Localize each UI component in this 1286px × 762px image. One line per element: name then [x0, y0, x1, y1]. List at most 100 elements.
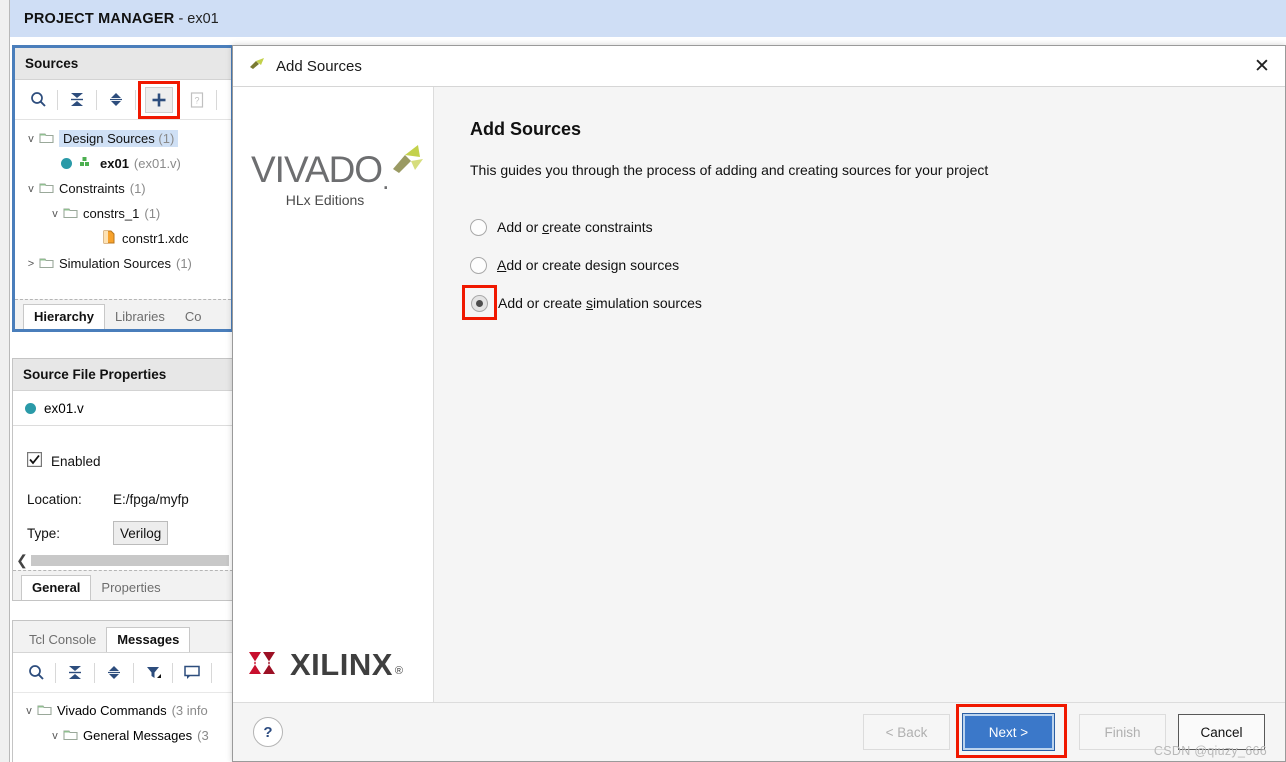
source-file-properties-panel: Source File Properties ex01.v Enabled Lo…: [12, 358, 234, 601]
dialog-subheading: This guides you through the process of a…: [470, 162, 989, 178]
tree-item-count: (1): [144, 206, 161, 221]
tree-item-general-messages[interactable]: v General Messages (3: [13, 723, 233, 748]
sources-tree: v Design Sources (1) ex01 (ex01.v) v Con…: [15, 120, 231, 276]
vivado-leaf-icon: [247, 55, 267, 78]
expand-collapse-icon[interactable]: [97, 658, 131, 688]
dialog-main: Add Sources This guides you through the …: [434, 87, 1285, 702]
enabled-checkbox[interactable]: [27, 452, 43, 470]
tree-item-label: Constraints: [59, 181, 125, 196]
sources-panel: Sources ? v Design Sources (1) ex01 (ex0…: [12, 45, 234, 332]
xilinx-logo: XILINX ®: [247, 647, 403, 683]
watermark: CSDN @qiuzy_666: [1153, 744, 1267, 758]
tree-item-label: Vivado Commands: [57, 703, 167, 718]
tree-item-design-sources[interactable]: v Design Sources (1): [19, 126, 231, 151]
tab-compile-order[interactable]: Co: [175, 305, 212, 329]
dialog-heading: Add Sources: [470, 119, 582, 139]
vivado-leaf-mark-icon: [387, 143, 425, 184]
page-title: PROJECT MANAGER: [24, 10, 175, 27]
tab-properties[interactable]: Properties: [91, 576, 170, 600]
radio-button-design-sources[interactable]: [470, 256, 487, 274]
verilog-status-dot-icon: [25, 402, 36, 414]
scroll-left-icon[interactable]: ❮: [13, 552, 31, 569]
tab-general[interactable]: General: [21, 575, 92, 600]
radio-add-create-simulation-sources[interactable]: Add or create simulation sources: [462, 284, 1285, 322]
tree-item-label: Simulation Sources: [59, 256, 171, 271]
location-label: Location:: [27, 491, 82, 507]
highlight-box-next-button: [956, 704, 1067, 758]
folder-icon: [63, 206, 78, 222]
sources-toolbar: ?: [15, 80, 231, 120]
xilinx-mark-icon: [247, 648, 281, 683]
next-button-wrapper: Next >: [950, 704, 1067, 758]
collapse-all-icon[interactable]: [58, 658, 92, 688]
radio-label-design-sources: Add or create design sources: [497, 257, 680, 273]
add-sources-button[interactable]: [138, 80, 180, 119]
dialog-titlebar: Add Sources ✕: [233, 46, 1285, 87]
toolbar-separator: [172, 662, 173, 683]
back-button[interactable]: < Back: [863, 714, 950, 750]
tree-item-simulation-sources[interactable]: > Simulation Sources (1): [19, 251, 231, 276]
collapse-all-icon[interactable]: [60, 85, 94, 115]
chevron-down-icon[interactable]: v: [21, 705, 37, 717]
tree-item-filename: (ex01.v): [133, 156, 181, 171]
radio-button-simulation-sources[interactable]: [471, 294, 488, 312]
radio-button-constraints[interactable]: [470, 218, 487, 236]
dialog-body: VIVADO . HLx Editions XILINX ® Add Sourc…: [233, 87, 1285, 702]
project-name: - ex01: [178, 10, 219, 27]
add-sources-dialog: Add Sources ✕ VIVADO . HLx Editions XILI…: [232, 45, 1286, 762]
dialog-footer: ? < Back Next > Finish Cancel CSDN @qiuz…: [233, 702, 1285, 761]
location-value: E:/fpga/myfp: [113, 491, 189, 507]
expand-collapse-icon[interactable]: [99, 85, 133, 115]
xdc-file-icon: [103, 230, 115, 247]
tree-item-vivado-commands[interactable]: v Vivado Commands (3 info: [13, 698, 233, 723]
tree-item-constrs-1[interactable]: v constrs_1 (1): [19, 201, 231, 226]
radio-add-create-design-sources[interactable]: Add or create design sources: [470, 246, 1285, 284]
chevron-down-icon[interactable]: v: [47, 730, 63, 742]
chevron-down-icon[interactable]: v: [47, 208, 63, 220]
properties-body: Enabled Location: E:/fpga/myfp Type: Ver…: [13, 426, 233, 548]
properties-horizontal-scrollbar[interactable]: ❮: [13, 550, 233, 570]
toolbar-separator: [57, 89, 58, 110]
highlight-box-add-sources: [138, 80, 180, 119]
tab-libraries[interactable]: Libraries: [105, 305, 175, 329]
tree-item-ex01[interactable]: ex01 (ex01.v): [19, 151, 231, 176]
vivado-logo: VIVADO . HLx Editions: [251, 145, 425, 208]
enabled-label: Enabled: [51, 453, 101, 469]
console-tabs: Tcl Console Messages: [13, 621, 233, 653]
search-icon[interactable]: [19, 658, 53, 688]
enabled-row[interactable]: Enabled: [27, 442, 233, 480]
toolbar-separator: [55, 662, 56, 683]
tab-messages[interactable]: Messages: [106, 627, 191, 652]
folder-icon: [39, 181, 54, 197]
filter-icon[interactable]: [136, 658, 170, 688]
tree-item-label: constrs_1: [83, 206, 140, 221]
tree-item-constraints[interactable]: v Constraints (1): [19, 176, 231, 201]
tab-hierarchy[interactable]: Hierarchy: [23, 304, 105, 329]
location-row: Location: E:/fpga/myfp: [27, 480, 233, 518]
search-icon[interactable]: [21, 85, 55, 115]
tree-item-label: ex01: [100, 156, 129, 171]
properties-view-tabs: General Properties: [13, 570, 233, 600]
close-icon[interactable]: ✕: [1239, 46, 1285, 86]
svg-text:?: ?: [194, 95, 199, 105]
chevron-down-icon[interactable]: v: [23, 133, 39, 145]
help-icon[interactable]: ?: [253, 717, 283, 747]
toolbar-separator: [135, 89, 136, 110]
scroll-thumb[interactable]: [31, 554, 229, 566]
tree-item-label: General Messages: [83, 728, 193, 743]
tree-item-constr1-xdc[interactable]: constr1.xdc: [19, 226, 231, 251]
properties-panel-header: Source File Properties: [13, 359, 233, 391]
message-balloon-icon[interactable]: [175, 658, 209, 688]
dialog-sidebar: VIVADO . HLx Editions XILINX ®: [233, 87, 434, 702]
type-value-field[interactable]: Verilog: [113, 521, 169, 545]
radio-label-constraints: Add or create constraints: [497, 219, 653, 235]
help-doc-icon[interactable]: ?: [180, 85, 214, 115]
folder-icon: [39, 131, 54, 147]
chevron-right-icon[interactable]: >: [23, 258, 39, 270]
properties-file-row[interactable]: ex01.v: [13, 391, 233, 426]
tree-item-label: Design Sources (1): [59, 130, 179, 147]
sources-view-tabs: Hierarchy Libraries Co: [15, 299, 231, 329]
radio-add-create-constraints[interactable]: Add or create constraints: [470, 208, 1285, 246]
tab-tcl-console[interactable]: Tcl Console: [19, 628, 106, 652]
chevron-down-icon[interactable]: v: [23, 183, 39, 195]
